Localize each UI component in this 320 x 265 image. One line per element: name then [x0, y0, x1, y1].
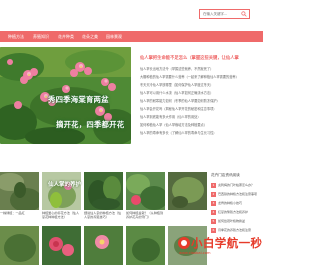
- rose-photo: [42, 226, 81, 265]
- plant-photo: [0, 172, 39, 210]
- gallery-thumb[interactable]: [0, 226, 39, 265]
- gallery-thumb[interactable]: [126, 226, 165, 265]
- watermark-logo: 小白学航一秒 www.xiaobai.com: [177, 234, 263, 260]
- sidebar-item[interactable]: 月季花的养殖方法和注意: [218, 228, 262, 232]
- article-line[interactable]: 如何种植仙人掌（仙人掌栽培方法及种植要点）: [140, 122, 260, 127]
- article-line[interactable]: 仙人掌长出地方法令（掌握这些就养，不然就死了）: [140, 66, 260, 71]
- rank-badge: 6: [211, 228, 216, 233]
- gallery-thumb[interactable]: [84, 226, 123, 265]
- gallery-thumb[interactable]: [42, 172, 81, 210]
- search-box: [199, 9, 250, 19]
- gallery-thumb[interactable]: [168, 172, 207, 210]
- plant-photo: [126, 226, 165, 265]
- article-line[interactable]: 大棚种植的仙人掌需要什么营养（一起来了解种植仙人掌需要的营养）: [140, 74, 260, 79]
- article-line[interactable]: 仙人掌可以用什么水浇（仙人掌如何正确浇水方法）: [140, 90, 260, 95]
- main-nav: 种植方法 养殖知识 花卉种类 花朵之美 园林景观: [0, 31, 263, 42]
- plant-photo: [126, 172, 165, 210]
- nav-item-landscape[interactable]: 园林景观: [106, 31, 122, 42]
- plant-photo: [0, 226, 39, 265]
- thumb-caption[interactable]: 种植爱心的养花方法（仙人掌花种种植方法）: [42, 211, 82, 219]
- watermark-url: www.xiaobai.com: [179, 251, 211, 255]
- gallery-thumb[interactable]: [42, 226, 81, 265]
- thumb-caption[interactable]: 如何种植盆栽？（从种植到养护花卉的窍门）: [126, 211, 166, 219]
- thumb-caption[interactable]: 细说仙人掌的种植方法（仙人掌的养殖技巧）: [84, 211, 124, 219]
- nav-item-care[interactable]: 养殖知识: [33, 31, 49, 42]
- watermark-icon: [178, 237, 190, 249]
- article-line[interactable]: 仙人掌会开花吗（揭秘仙人掌开花的秘密和注意事项）: [140, 106, 260, 111]
- article-line[interactable]: 冬天天冷仙人掌放哪里（如何保护仙人掌度过冬天）: [140, 82, 260, 87]
- watermark-text: 小白学航一秒: [191, 236, 263, 250]
- rank-badge: 5: [211, 219, 216, 224]
- gallery-thumb[interactable]: [0, 172, 39, 210]
- hero-caption-line1: 秀四季海棠育两盆: [48, 95, 109, 104]
- thumb-overlay-text: 仙人掌的养护: [48, 182, 82, 188]
- plant-photo: [84, 172, 123, 210]
- thumb-caption[interactable]: 一株绿植：一品红: [0, 211, 40, 215]
- sidebar-item[interactable]: 龙骨的种植小技巧: [218, 201, 262, 205]
- sidebar-item[interactable]: 巴西铁的种植方法和注意事项: [218, 192, 262, 196]
- hero-caption-line2: 摘开花，四季都开花: [56, 120, 125, 129]
- article-title[interactable]: 仙人掌把生命能不足怎么（掌握这些关键，让仙人掌: [140, 55, 262, 61]
- nav-item-flower-types[interactable]: 花卉种类: [58, 31, 74, 42]
- search-input[interactable]: [203, 10, 239, 18]
- plant-photo: [168, 172, 207, 210]
- rank-badge: 2: [211, 192, 216, 197]
- article-line[interactable]: 仙人掌到底能有多大作用（仙人掌的用处）: [140, 114, 260, 119]
- plant-photo: [42, 172, 81, 210]
- gallery-thumb[interactable]: [84, 172, 123, 210]
- rank-badge: 4: [211, 210, 216, 215]
- rank-badge: 1: [211, 183, 216, 188]
- header: [0, 0, 263, 30]
- sidebar-title: 花卉门店资讯阅读: [211, 173, 240, 177]
- nav-item-flower-beauty[interactable]: 花朵之美: [82, 31, 98, 42]
- site-logo[interactable]: [12, 5, 64, 25]
- article-line[interactable]: 仙人掌的耐寒能力如何（冬季的仙人掌要如何防冻保护）: [140, 98, 260, 103]
- sidebar-item[interactable]: 如何给观叶植物换盆: [218, 219, 262, 223]
- search-icon[interactable]: [241, 11, 247, 17]
- rank-badge: 3: [211, 201, 216, 206]
- article-line[interactable]: 仙人掌的寿命有多长（了解仙人掌的寿命与生长习性）: [140, 130, 260, 135]
- flower-photo: [84, 226, 123, 265]
- sidebar-item[interactable]: 虎刺梅的门叶枯萎怎么办？: [218, 183, 262, 187]
- nav-item-planting[interactable]: 种植方法: [8, 31, 24, 42]
- gallery-thumb[interactable]: [126, 172, 165, 210]
- sidebar-item[interactable]: 红掌的繁殖方法和养护: [218, 210, 262, 214]
